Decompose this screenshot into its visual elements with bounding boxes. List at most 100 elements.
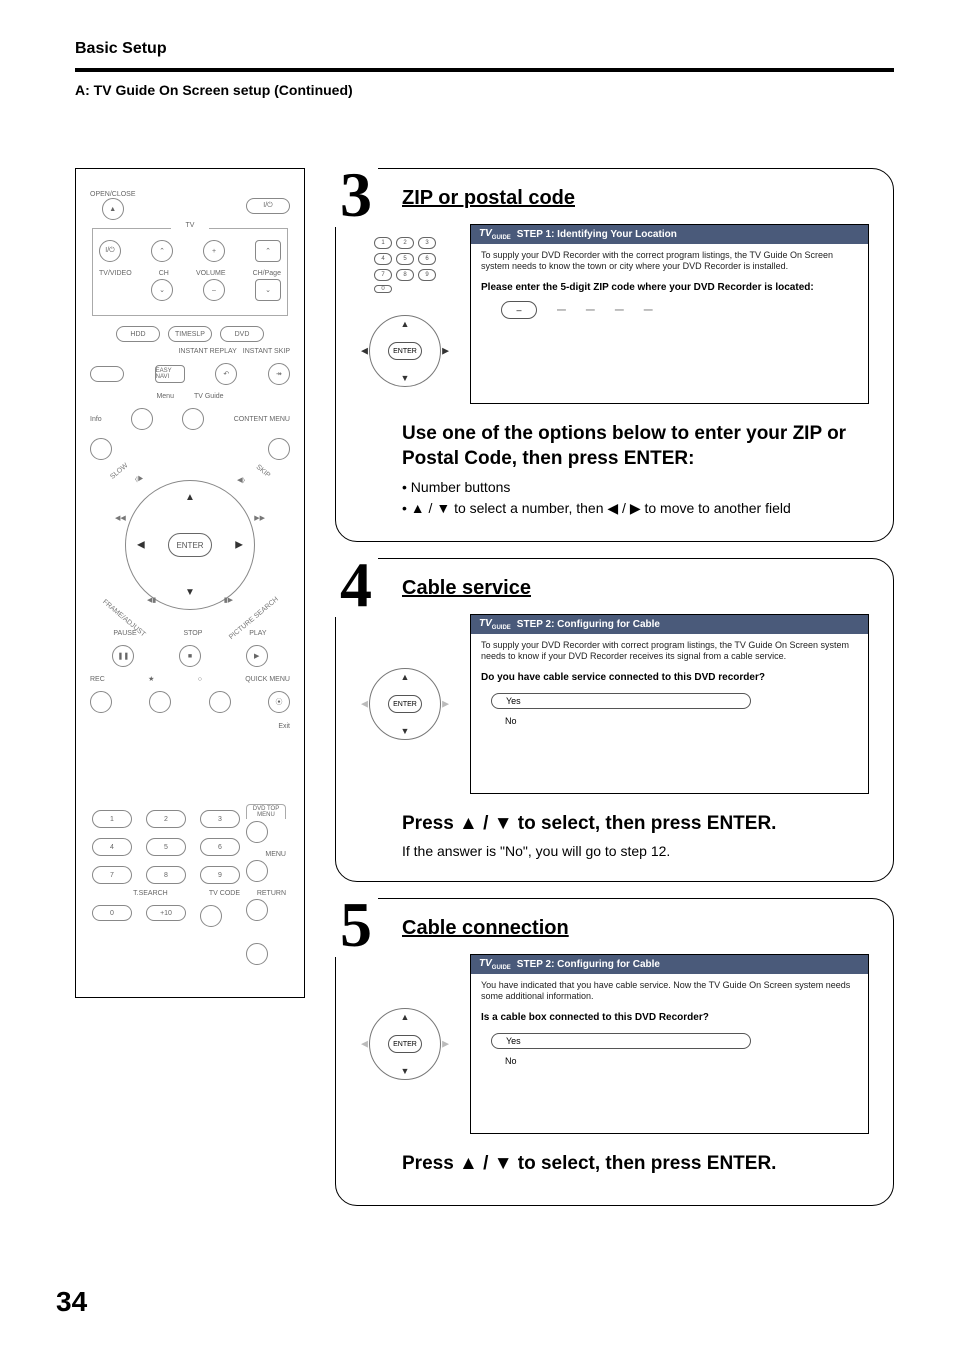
quick-menu-button: ⦿ bbox=[268, 691, 290, 713]
page-up-button: ⌃ bbox=[255, 240, 281, 262]
play-label: PLAY bbox=[249, 630, 266, 637]
mini-dpad: ENTER ▲ ▼ ◀ ▶ bbox=[365, 311, 445, 391]
section-header: Basic Setup bbox=[75, 40, 894, 64]
step-3-screen-header: STEP 1: Identifying Your Location bbox=[517, 229, 677, 240]
step-4-instruction-heading: Press ▲ / ▼ to select, then press ENTER. bbox=[402, 812, 869, 837]
tvguide-label: TV Guide bbox=[194, 393, 224, 400]
subheading: A: TV Guide On Screen setup (Continued) bbox=[75, 82, 894, 98]
circle-button bbox=[209, 691, 231, 713]
mini-digit-8: 8 bbox=[396, 269, 414, 281]
digit-8: 8 bbox=[146, 866, 186, 884]
step-5-title: Cable connection bbox=[402, 917, 869, 940]
step-fwd-icon: ▮▶ bbox=[224, 596, 233, 604]
remote-dpad: ENTER ▲ ▼ ◀ ▶ SLOW SKIP FRAME/ADJUST PIC… bbox=[115, 470, 265, 620]
up-arrow-icon: ▲ bbox=[401, 319, 410, 329]
exit-label: Exit bbox=[278, 723, 290, 730]
mini-enter-button: ENTER bbox=[388, 1035, 422, 1053]
menu2-label: MENU bbox=[246, 851, 286, 858]
info-label: Info bbox=[90, 416, 102, 423]
ch-up-button: ⌃ bbox=[151, 240, 173, 262]
skip-back-icon: ⦉▶ bbox=[135, 476, 143, 484]
number-pad: 1 2 3 4 5 6 7 8 9 bbox=[92, 810, 240, 886]
power-button: I/⏻ bbox=[246, 198, 290, 214]
dvd-top-menu-label: DVD TOP MENU bbox=[249, 806, 283, 818]
digit-1: 1 bbox=[92, 810, 132, 828]
step-3-bullet-2: • ▲ / ▼ to select a number, then ◀ / ▶ t… bbox=[402, 498, 869, 519]
instant-replay-button: ↶ bbox=[215, 363, 237, 385]
up-arrow-icon: ▲ bbox=[185, 492, 195, 503]
vol-up-button: + bbox=[203, 240, 225, 262]
dvd-top-menu-button bbox=[246, 821, 268, 843]
star-label: ★ bbox=[148, 675, 154, 683]
quick-menu-label: QUICK MENU bbox=[245, 676, 290, 683]
rec-button bbox=[90, 691, 112, 713]
blank-button bbox=[90, 366, 124, 382]
tvvideo-label: TV/VIDEO bbox=[99, 270, 132, 277]
mini-digit-2: 2 bbox=[396, 237, 414, 249]
mini-digit-0: 0 bbox=[374, 285, 392, 293]
tv-power-button: I/⏻ bbox=[99, 240, 121, 262]
step-5-number: 5 bbox=[334, 893, 378, 957]
up-arrow-icon: ▲ bbox=[401, 672, 410, 682]
dvd-button: DVD bbox=[220, 326, 264, 342]
right-arrow-icon: ▶ bbox=[235, 540, 243, 551]
fwd-icon: ▶▶ bbox=[254, 514, 265, 522]
star-button bbox=[149, 691, 171, 713]
digit-7: 7 bbox=[92, 866, 132, 884]
down-arrow-icon: ▼ bbox=[401, 1066, 410, 1076]
rec-label: REC bbox=[90, 676, 105, 683]
step-4-screen-desc: To supply your DVD Recorder with correct… bbox=[471, 634, 868, 668]
circle-label: ○ bbox=[198, 676, 202, 683]
return-button bbox=[246, 899, 268, 921]
step-4-screen-header: STEP 2: Configuring for Cable bbox=[517, 619, 660, 630]
mini-enter-button: ENTER bbox=[388, 695, 422, 713]
step-4-instruction-text: If the answer is "No", you will go to st… bbox=[402, 843, 869, 859]
return-label: RETURN bbox=[246, 890, 286, 897]
mini-digit-9: 9 bbox=[418, 269, 436, 281]
right-arrow-icon: ▶ bbox=[442, 346, 449, 357]
ch-label: CH bbox=[159, 270, 169, 277]
left-arrow-icon: ◀ bbox=[137, 540, 145, 551]
zip-input-row: – – – – – bbox=[471, 301, 868, 349]
tsearch-label: T.SEARCH bbox=[133, 890, 168, 897]
mini-digit-7: 7 bbox=[374, 269, 392, 281]
divider bbox=[75, 68, 894, 72]
digit-6: 6 bbox=[200, 838, 240, 856]
timeslp-button: TIMESLP bbox=[168, 326, 212, 342]
step-5-box: 5 Cable connection ENTER ▲ ▼ ◀ ▶ bbox=[335, 898, 894, 1206]
skip-fwd-icon: ◀⦊ bbox=[237, 476, 245, 485]
right-arrow-icon: ▶ bbox=[442, 1039, 449, 1050]
step-3-instruction-heading: Use one of the options below to enter yo… bbox=[402, 422, 869, 471]
zip-digit-1: – bbox=[501, 301, 537, 319]
mini-digit-4: 4 bbox=[374, 253, 392, 265]
content-menu-button bbox=[268, 438, 290, 460]
play-button: ▶ bbox=[246, 645, 268, 667]
right-arrow-icon: ▶ bbox=[442, 699, 449, 710]
zip-digit-3: – bbox=[586, 301, 595, 319]
vol-down-button: – bbox=[203, 279, 225, 301]
menu-label: Menu bbox=[156, 393, 174, 400]
zip-digit-5: – bbox=[644, 301, 653, 319]
mini-dpad: ENTER ▲ ▼ ◀ ▶ bbox=[365, 664, 445, 744]
tsearch-button bbox=[200, 905, 222, 927]
down-arrow-icon: ▼ bbox=[401, 726, 410, 736]
left-arrow-icon: ◀ bbox=[361, 346, 368, 357]
instant-skip-button: ↠ bbox=[268, 363, 290, 385]
rev-icon: ◀◀ bbox=[115, 514, 126, 522]
mini-dpad: ENTER ▲ ▼ ◀ ▶ bbox=[365, 1004, 445, 1084]
tvcode-button bbox=[246, 943, 268, 965]
left-arrow-icon: ◀ bbox=[361, 1039, 368, 1050]
pause-button: ❚❚ bbox=[112, 645, 134, 667]
zip-digit-4: – bbox=[615, 301, 624, 319]
info-button bbox=[90, 438, 112, 460]
step-5-screen-desc: You have indicated that you have cable s… bbox=[471, 974, 868, 1008]
step-4-number: 4 bbox=[334, 553, 378, 617]
mini-digit-3: 3 bbox=[418, 237, 436, 249]
hdd-button: HDD bbox=[116, 326, 160, 342]
step-3-screen-desc: To supply your DVD Recorder with the cor… bbox=[471, 244, 868, 278]
left-arrow-icon: ◀ bbox=[361, 699, 368, 710]
tv-guide-logo: TVGUIDE bbox=[479, 228, 511, 241]
step-3-title: ZIP or postal code bbox=[402, 187, 869, 210]
tv-section-label: TV bbox=[182, 222, 199, 229]
digit-3: 3 bbox=[200, 810, 240, 828]
